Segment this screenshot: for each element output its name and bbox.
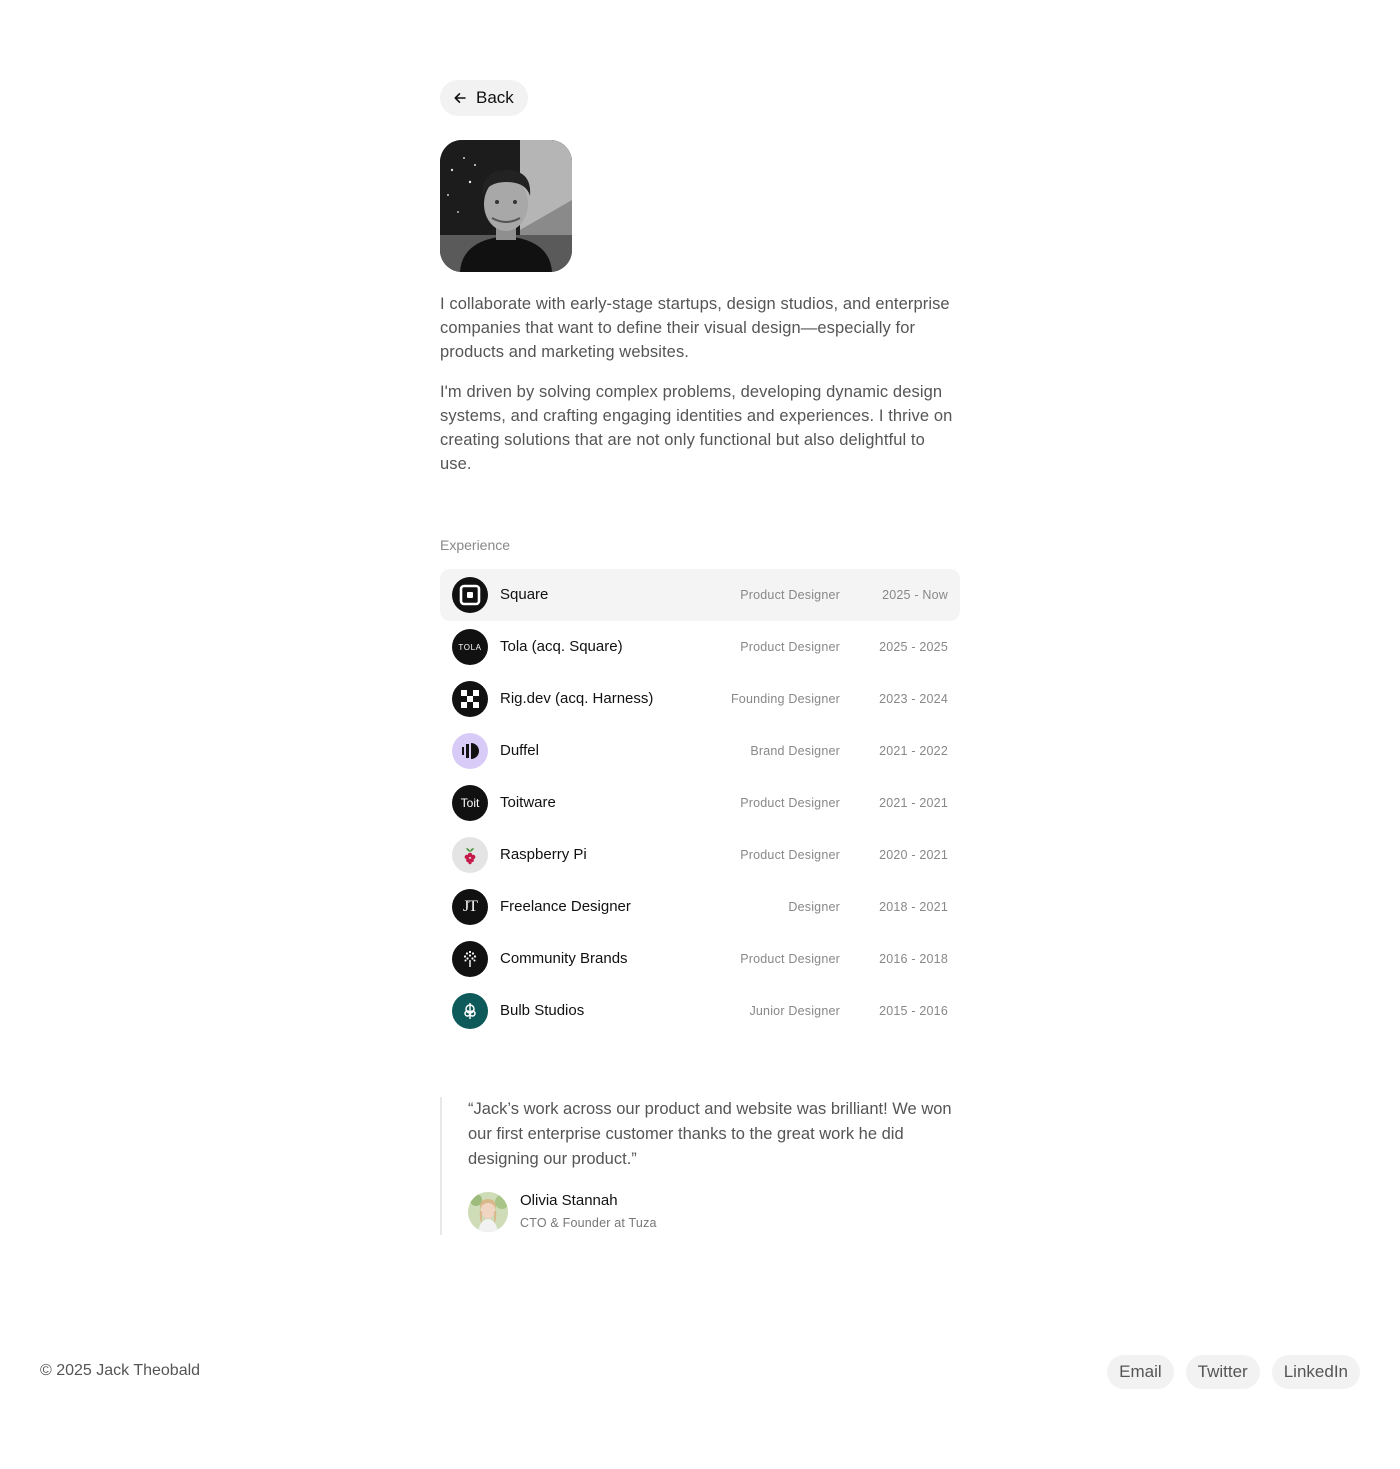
community-brands-tree-icon	[452, 941, 488, 977]
back-button[interactable]: Back	[440, 80, 528, 116]
duffel-logo-icon	[452, 733, 488, 769]
experience-dates: 2018 - 2021	[879, 900, 948, 914]
arrow-left-icon	[454, 93, 466, 103]
experience-company: Duffel	[500, 742, 539, 759]
experience-role: Founding Designer	[730, 692, 840, 706]
experience-dates: 2023 - 2024	[879, 692, 948, 706]
experience-dates: 2025 - Now	[882, 588, 948, 602]
experience-company: Raspberry Pi	[500, 846, 587, 863]
experience-company: Square	[500, 586, 549, 603]
experience-role: Product Designer	[740, 952, 840, 966]
toitware-logo-icon: Toit	[452, 785, 488, 821]
experience-dates: 2015 - 2016	[879, 1004, 948, 1018]
experience-dates: 2025 - 2025	[879, 640, 948, 654]
experience-row-tola[interactable]: TOLA Tola (acq. Square) Product Designer…	[440, 621, 960, 673]
experience-row-toitware[interactable]: Toit Toitware Product Designer 2021 - 20…	[440, 777, 960, 829]
testimonial-quote: “Jack’s work across our product and webs…	[468, 1100, 952, 1168]
experience-row-bulb-studios[interactable]: Bulb Studios Junior Designer 2015 - 2016	[440, 985, 960, 1037]
experience-row-community-brands[interactable]: Community Brands Product Designer 2016 -…	[440, 933, 960, 985]
bio-paragraph-2: I'm driven by solving complex problems, …	[440, 383, 953, 473]
experience-company: Toitware	[500, 794, 556, 811]
experience-company: Community Brands	[500, 950, 628, 967]
experience-row-freelance[interactable]: JT Freelance Designer Designer 2018 - 20…	[440, 881, 960, 933]
experience-role: Product Designer	[740, 848, 840, 862]
experience-role: Junior Designer	[749, 1004, 840, 1018]
experience-company: Bulb Studios	[500, 1002, 585, 1019]
footer-copyright: © 2025 Jack Theobald	[40, 1362, 201, 1379]
testimonial-role: CTO & Founder at Tuza	[520, 1216, 657, 1230]
experience-dates: 2021 - 2021	[879, 796, 948, 810]
profile-avatar	[440, 140, 572, 272]
testimonial-name: Olivia Stannah	[520, 1192, 618, 1209]
experience-list: Square Product Designer 2025 - Now TOLA …	[440, 569, 960, 1037]
testimonial: “Jack’s work across our product and webs…	[440, 1097, 960, 1235]
linkedin-link[interactable]: LinkedIn	[1271, 1355, 1360, 1389]
experience-role: Brand Designer	[750, 744, 840, 758]
experience-role: Product Designer	[740, 588, 840, 602]
jt-monogram-icon: JT	[452, 889, 488, 925]
experience-dates: 2016 - 2018	[879, 952, 948, 966]
experience-row-square[interactable]: Square Product Designer 2025 - Now	[440, 569, 960, 621]
experience-dates: 2021 - 2022	[879, 744, 948, 758]
rigdev-logo-icon	[452, 681, 488, 717]
footer-links: Email Twitter LinkedIn	[1107, 1355, 1360, 1389]
email-link[interactable]: Email	[1107, 1355, 1174, 1389]
experience-company: Rig.dev (acq. Harness)	[500, 690, 654, 707]
bulb-studios-logo-icon	[452, 993, 488, 1029]
testimonial-avatar	[468, 1192, 508, 1232]
experience-heading: Experience	[440, 537, 511, 553]
experience-role: Product Designer	[740, 640, 840, 654]
experience-dates: 2020 - 2021	[879, 848, 948, 862]
experience-row-raspberry-pi[interactable]: Raspberry Pi Product Designer 2020 - 202…	[440, 829, 960, 881]
raspberry-pi-logo-icon	[452, 837, 488, 873]
experience-role: Product Designer	[740, 796, 840, 810]
experience-company: Freelance Designer	[500, 898, 631, 915]
twitter-link[interactable]: Twitter	[1185, 1355, 1260, 1389]
square-logo-icon	[452, 577, 488, 613]
bio-paragraph-1: I collaborate with early-stage startups,…	[440, 295, 950, 361]
back-button-label: Back	[476, 88, 514, 107]
experience-row-rigdev[interactable]: Rig.dev (acq. Harness) Founding Designer…	[440, 673, 960, 725]
experience-role: Designer	[788, 900, 840, 914]
tola-logo-icon: TOLA	[452, 629, 488, 665]
experience-row-duffel[interactable]: Duffel Brand Designer 2021 - 2022	[440, 725, 960, 777]
experience-company: Tola (acq. Square)	[500, 638, 623, 655]
